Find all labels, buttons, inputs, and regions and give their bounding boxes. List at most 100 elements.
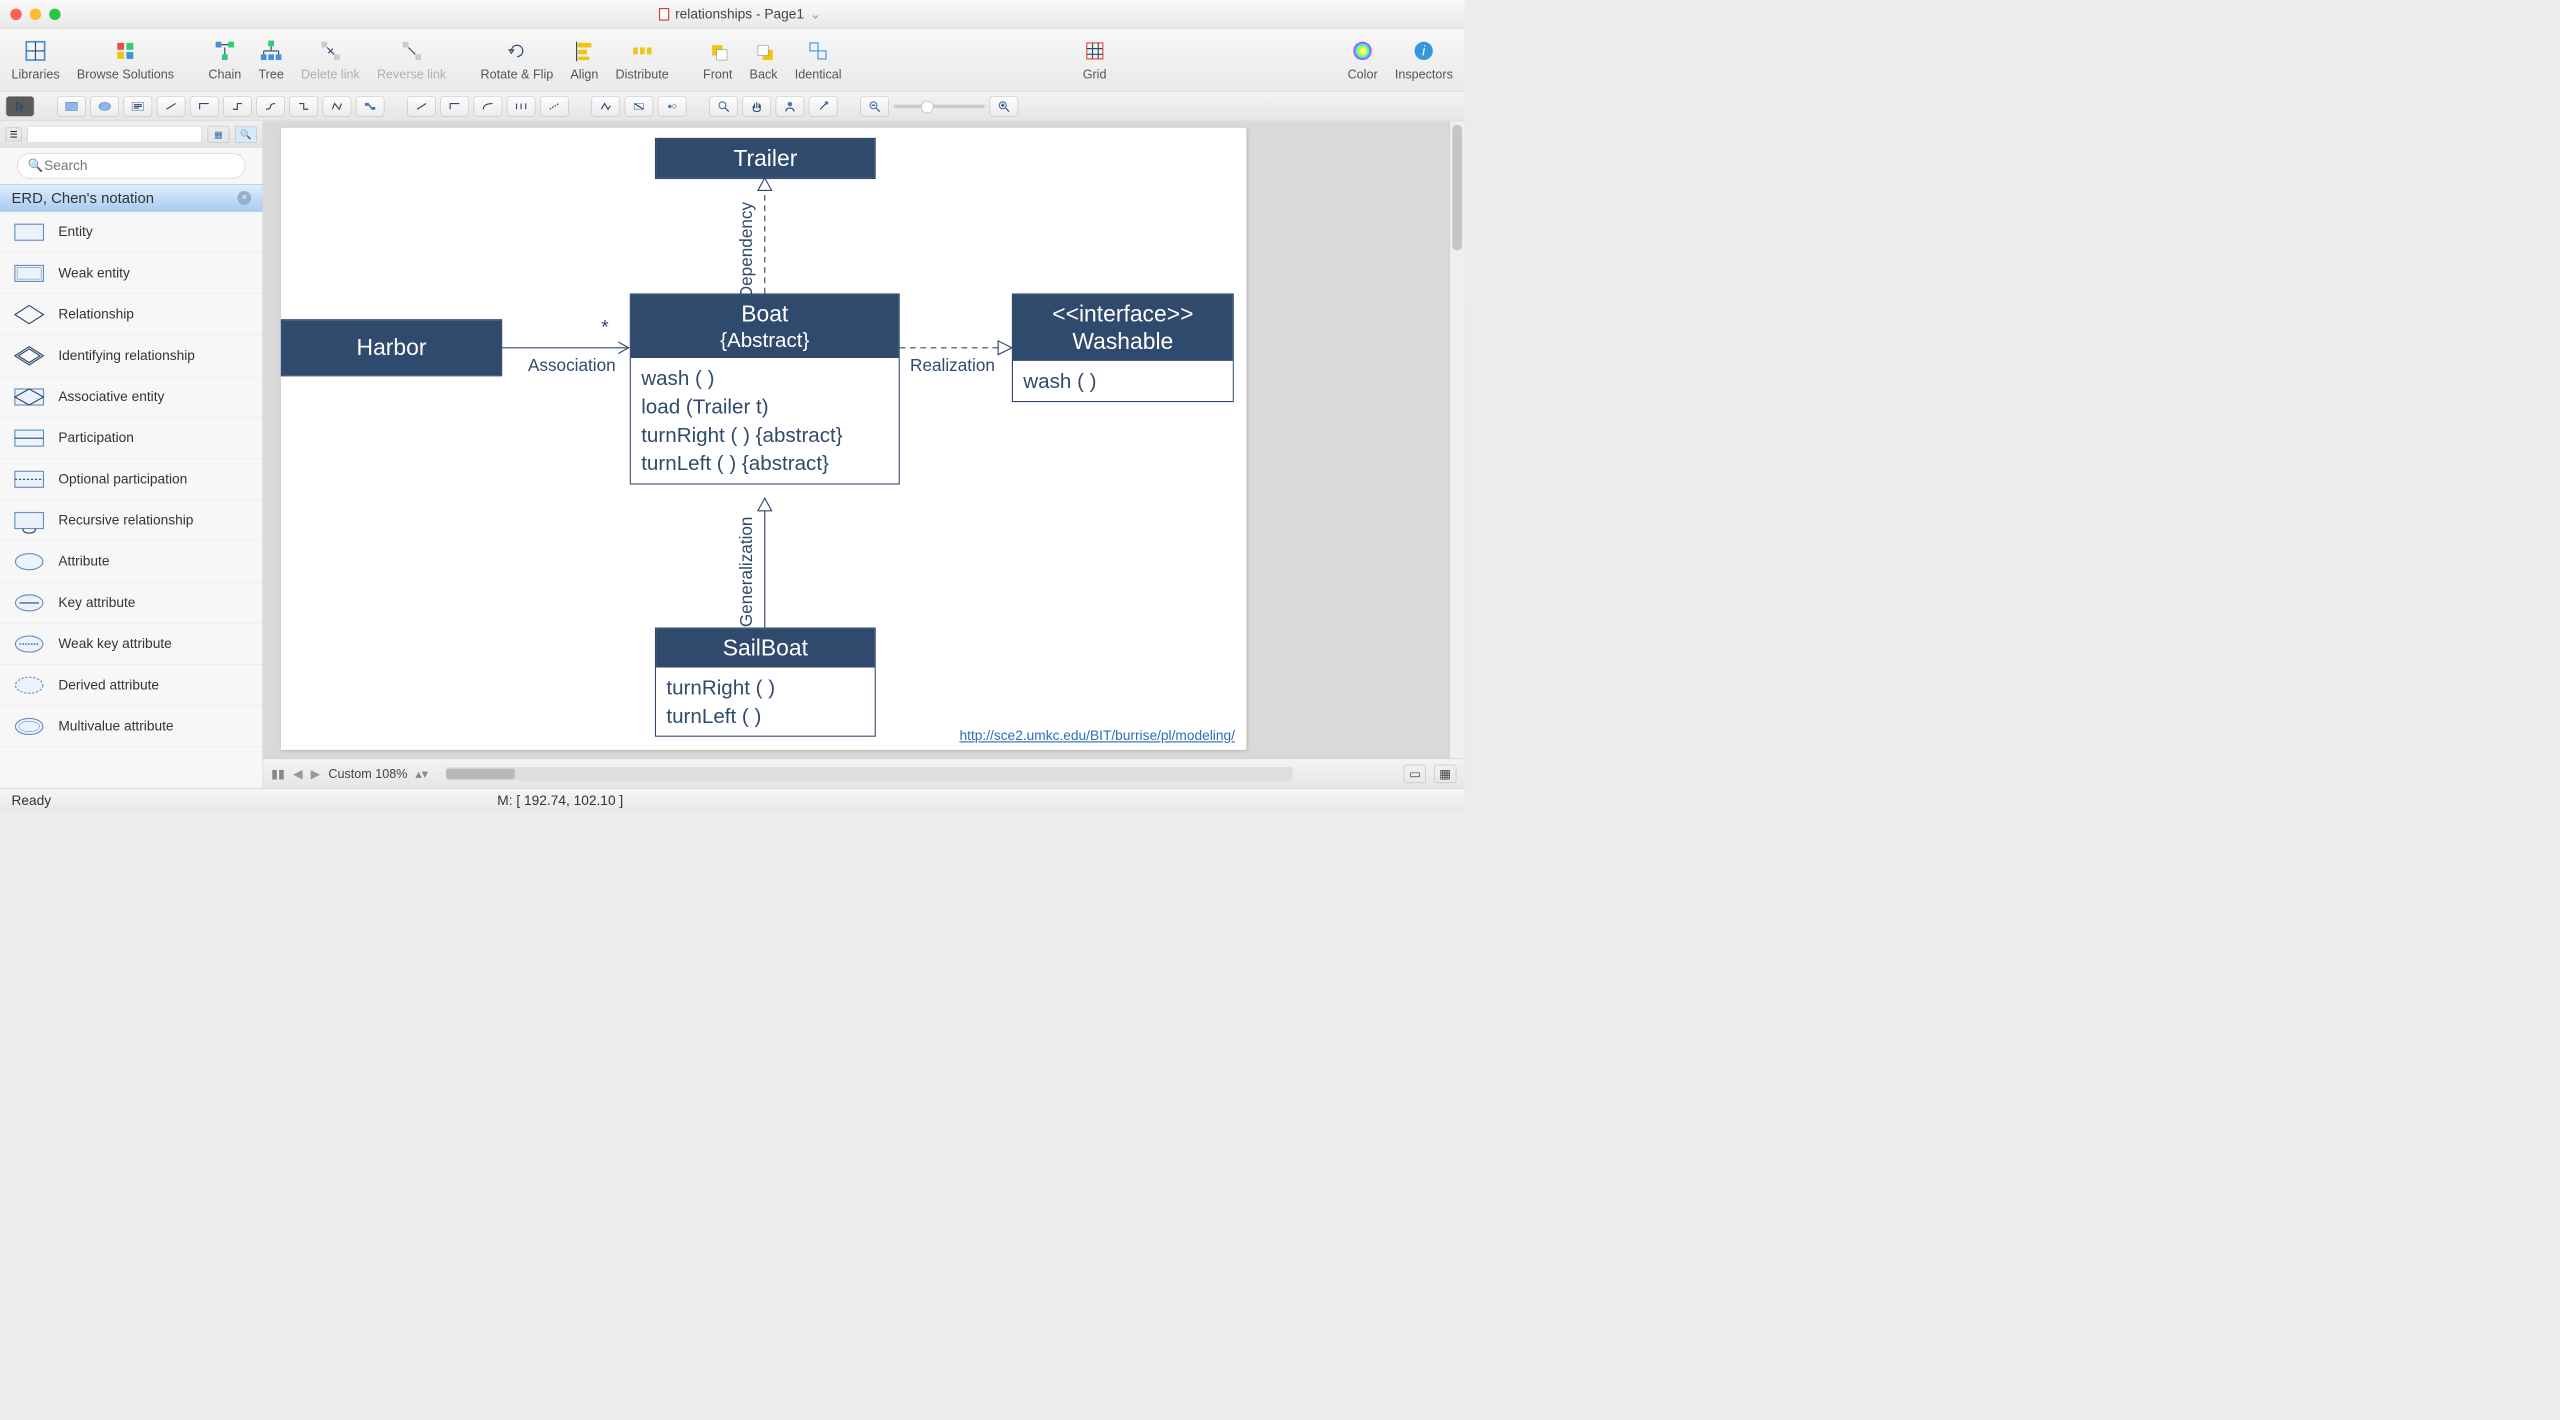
align-button[interactable]: Align [570,38,598,81]
document-icon [659,8,669,21]
search-input[interactable] [17,153,245,178]
washable-operations: wash ( ) [1013,361,1233,401]
next-page-icon[interactable]: ▶ [311,766,321,781]
shape-item[interactable]: Relationship [0,294,263,335]
chevron-down-icon[interactable]: ⌄ [810,6,822,23]
shape-item[interactable]: Optional participation [0,459,263,500]
shape-item[interactable]: Weak entity [0,253,263,294]
page-canvas[interactable]: Trailer Harbor Boat {Abstract} wash ( )l… [280,127,1247,750]
search-toggle[interactable]: 🔍 [235,126,257,143]
shape-item[interactable]: Key attribute [0,582,263,623]
ellipse-tool[interactable] [90,96,119,117]
front-button[interactable]: Front [703,38,732,81]
edit-tool-1[interactable] [591,96,620,117]
edit-tool-3[interactable] [658,96,687,117]
uml-class-boat[interactable]: Boat {Abstract} wash ( )load (Trailer t)… [630,293,900,484]
connector-4[interactable] [256,96,285,117]
shape-item[interactable]: Weak key attribute [0,623,263,664]
line-tool-5[interactable] [540,96,569,117]
zoom-slider[interactable] [893,104,985,107]
realization-label: Realization [910,356,995,375]
line-tool-4[interactable] [507,96,536,117]
line-tool-3[interactable] [474,96,503,117]
prev-page-icon[interactable]: ◀ [293,766,303,781]
uml-class-harbor[interactable]: Harbor [281,319,502,376]
eyedropper-tool[interactable] [809,96,838,117]
zoom-icon[interactable] [49,8,60,19]
uml-class-sailboat[interactable]: SailBoat turnRight ( )turnLeft ( ) [655,627,876,736]
chain-button[interactable]: Chain [208,38,241,81]
connector-2[interactable] [190,96,219,117]
panel-title[interactable]: ERD, Chen's notation × [0,184,263,211]
source-link[interactable]: http://sce2.umkc.edu/BIT/burrise/pl/mode… [959,728,1234,744]
connector-5[interactable] [289,96,318,117]
view-mode-2[interactable]: ▦ [1434,764,1456,782]
traffic-lights [10,8,60,19]
horizontal-scrollbar[interactable] [446,767,1293,781]
shape-item[interactable]: Entity [0,212,263,253]
shape-item[interactable]: Derived attribute [0,665,263,706]
status-bar: Ready M: [ 192.74, 102.10 ] [0,788,1464,812]
connector-1[interactable] [157,96,186,117]
zoom-stepper-icon[interactable]: ▴▾ [415,766,428,781]
zoom-in-button[interactable] [990,96,1019,117]
canvas-area: Trailer Harbor Boat {Abstract} wash ( )l… [263,121,1464,788]
back-button[interactable]: Back [750,38,778,81]
main-toolbar: Libraries Browse Solutions Chain Tree De… [0,29,1464,92]
line-tool-2[interactable] [440,96,469,117]
canvas-scroll[interactable]: Trailer Harbor Boat {Abstract} wash ( )l… [269,121,1450,758]
window-title: relationships - Page1 [675,6,804,22]
library-view-icon[interactable]: ☰ [6,127,22,141]
libraries-button[interactable]: Libraries [11,38,59,81]
line-tool-1[interactable] [407,96,436,117]
delete-link-button: Delete link [301,38,360,81]
rotate-flip-button[interactable]: Rotate & Flip [480,38,553,81]
status-ready: Ready [11,793,51,809]
edit-tool-2[interactable] [625,96,654,117]
pointer-tool[interactable] [6,96,35,117]
minimize-icon[interactable] [30,8,41,19]
shape-item[interactable]: Associative entity [0,376,263,417]
mouse-position: M: [ 192.74, 102.10 ] [497,793,623,809]
distribute-button[interactable]: Distribute [616,38,669,81]
shape-item[interactable]: Multivalue attribute [0,706,263,747]
tree-button[interactable]: Tree [258,38,283,81]
shape-item[interactable]: Recursive relationship [0,500,263,541]
person-tool[interactable] [776,96,805,117]
zoom-tool[interactable] [709,96,738,117]
window-titlebar: relationships - Page1 ⌄ [0,0,1464,29]
shape-item[interactable]: Participation [0,418,263,459]
view-mode-1[interactable]: ▭ [1404,764,1426,782]
zoom-out-button[interactable] [860,96,889,117]
pan-tool[interactable] [742,96,771,117]
multiplicity-label: * [601,316,609,338]
rect-tool[interactable] [57,96,86,117]
identical-button[interactable]: Identical [795,38,842,81]
connector-6[interactable] [323,96,352,117]
zoom-level[interactable]: Custom 108% [328,766,407,781]
grid-button[interactable]: Grid [1082,38,1107,81]
library-filter-input[interactable] [27,126,201,143]
shape-item[interactable]: Identifying relationship [0,335,263,376]
text-tool[interactable] [124,96,153,117]
inspectors-button[interactable]: iInspectors [1395,38,1453,81]
boat-operations: wash ( )load (Trailer t)turnRight ( ) {a… [631,358,899,483]
association-label: Association [528,356,616,375]
sidebar: ☰ ▦ 🔍 ERD, Chen's notation × EntityWeak … [0,121,263,788]
shape-toolbar [0,92,1464,122]
connector-7[interactable] [356,96,385,117]
dependency-label: Dependency [737,202,756,298]
reverse-link-button: Reverse link [377,38,446,81]
uml-class-trailer[interactable]: Trailer [655,138,876,179]
vertical-scrollbar[interactable] [1449,121,1464,758]
grid-view-toggle[interactable]: ▦ [208,126,230,143]
shape-item[interactable]: Attribute [0,541,263,582]
connector-3[interactable] [223,96,252,117]
close-panel-icon[interactable]: × [237,191,251,205]
pause-icon[interactable]: ▮▮ [271,766,285,781]
sailboat-operations: turnRight ( )turnLeft ( ) [656,668,875,736]
close-icon[interactable] [10,8,21,19]
color-button[interactable]: Color [1348,38,1378,81]
uml-interface-washable[interactable]: <<interface>> Washable wash ( ) [1012,293,1234,401]
browse-solutions-button[interactable]: Browse Solutions [77,38,174,81]
